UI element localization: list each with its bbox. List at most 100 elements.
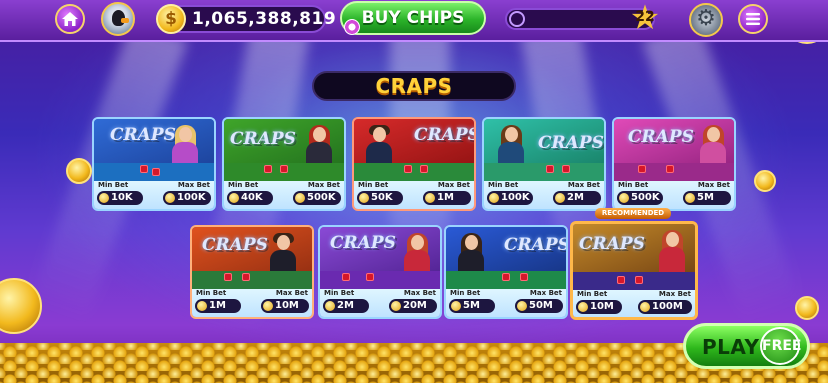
coin-icon <box>425 193 435 203</box>
max-bet-label: Max Bet <box>529 289 562 297</box>
table-card[interactable]: CRAPS Min Bet Max Bet 10K 100K <box>92 117 216 211</box>
free-badge: FREE <box>760 327 801 365</box>
coin-icon <box>295 193 305 203</box>
menu-button[interactable] <box>738 4 768 34</box>
max-bet-value: 20M <box>403 300 427 311</box>
buy-chips-button[interactable]: BUY CHIPS <box>340 1 486 35</box>
table-card-recommended[interactable]: CRAPS Min Bet Max Bet 10M 100M <box>570 221 698 320</box>
max-bet-pill: 100M <box>638 300 692 314</box>
min-bet-pill: 100K <box>487 191 533 205</box>
coin-icon <box>489 193 499 203</box>
min-bet-pill: 500K <box>617 191 663 205</box>
max-bet-value: 2M <box>567 192 584 203</box>
die-icon <box>562 165 570 173</box>
min-bet-label: Min Bet <box>358 181 389 189</box>
coin-icon <box>359 193 369 203</box>
settings-icon: ⚙ <box>696 6 716 31</box>
max-bet-label: Max Bet <box>437 181 470 189</box>
min-bet-value: 10M <box>590 301 614 312</box>
table-card[interactable]: CRAPS Min Bet Max Bet 100K 2M <box>482 117 606 211</box>
coin-icon <box>263 301 273 311</box>
avatar[interactable] <box>101 2 135 36</box>
table-felt <box>484 163 604 181</box>
page-title-plaque: CRAPS <box>312 71 516 101</box>
coin-icon <box>619 193 629 203</box>
settings-button[interactable]: ⚙ <box>689 3 723 37</box>
min-bet-pill: 50K <box>357 191 403 205</box>
home-icon <box>62 12 78 26</box>
max-bet-pill: 20M <box>389 299 437 313</box>
table-felt <box>614 163 734 181</box>
min-bet-pill: 10K <box>97 191 143 205</box>
coin-decoration <box>66 158 92 184</box>
min-bet-value: 2M <box>337 300 354 311</box>
max-bet-value: 5M <box>697 192 714 203</box>
die-icon <box>546 165 554 173</box>
coin-icon <box>578 302 588 312</box>
min-bet-pill: 10M <box>576 300 622 314</box>
coin-icon <box>517 301 527 311</box>
balance-value: 1,065,388,819 <box>192 9 337 29</box>
min-bet-label: Min Bet <box>228 181 259 189</box>
table-logo: CRAPS <box>202 235 268 255</box>
die-icon <box>502 273 510 281</box>
coin-icon <box>197 301 207 311</box>
min-bet-value: 1M <box>209 300 226 311</box>
avatar-beak <box>121 18 129 23</box>
die-icon <box>242 273 250 281</box>
min-bet-label: Min Bet <box>98 181 129 189</box>
max-bet-label: Max Bet <box>567 181 600 189</box>
min-bet-pill: 40K <box>227 191 273 205</box>
table-logo: CRAPS <box>628 127 694 147</box>
min-bet-pill: 2M <box>323 299 369 313</box>
coin-icon: $ <box>156 4 186 34</box>
coin-icon <box>99 193 109 203</box>
level-value: 22 <box>635 9 655 25</box>
recommended-badge: RECOMMENDED <box>595 208 671 219</box>
home-button[interactable] <box>55 4 85 34</box>
max-bet-pill: 1M <box>423 191 471 205</box>
max-bet-pill: 10M <box>261 299 309 313</box>
die-icon <box>617 276 625 284</box>
table-card[interactable]: CRAPS Min Bet Max Bet 2M 20M <box>318 225 442 319</box>
table-card[interactable]: CRAPS Min Bet Max Bet 1M 10M <box>190 225 314 319</box>
min-bet-label: Min Bet <box>618 181 649 189</box>
table-card[interactable]: CRAPS Min Bet Max Bet 500K 5M <box>612 117 736 211</box>
min-bet-value: 100K <box>501 192 530 203</box>
max-bet-pill: 500K <box>293 191 341 205</box>
max-bet-value: 10M <box>275 300 299 311</box>
table-logo: CRAPS <box>110 125 176 145</box>
table-card[interactable]: CRAPS Min Bet Max Bet 40K 500K <box>222 117 346 211</box>
table-card[interactable]: CRAPS Min Bet Max Bet 5M 50M <box>444 225 568 319</box>
max-bet-value: 500K <box>307 192 336 203</box>
play-free-button[interactable]: PLAY FREE <box>683 323 810 369</box>
min-bet-pill: 5M <box>449 299 495 313</box>
max-bet-label: Max Bet <box>307 181 340 189</box>
min-bet-label: Min Bet <box>196 289 227 297</box>
table-logo: CRAPS <box>230 129 296 149</box>
coin-icon <box>325 301 335 311</box>
max-bet-value: 100M <box>652 301 683 312</box>
max-bet-label: Max Bet <box>697 181 730 189</box>
table-felt <box>320 271 440 289</box>
chip-icon <box>344 19 360 35</box>
die-icon <box>520 273 528 281</box>
table-logo: CRAPS <box>579 234 645 254</box>
table-card[interactable]: CRAPS Min Bet Max Bet 50K 1M <box>352 117 476 211</box>
table-felt <box>354 163 474 181</box>
coin-decoration <box>795 296 819 320</box>
balance-display: $ 1,065,388,819 <box>156 4 336 34</box>
play-label: PLAY <box>702 335 760 359</box>
max-bet-value: 50M <box>529 300 553 311</box>
die-icon <box>280 165 288 173</box>
max-bet-pill: 5M <box>683 191 731 205</box>
min-bet-pill: 1M <box>195 299 241 313</box>
coin-icon <box>229 193 239 203</box>
min-bet-label: Min Bet <box>488 181 519 189</box>
max-bet-value: 1M <box>437 192 454 203</box>
min-bet-value: 50K <box>371 192 393 203</box>
table-felt <box>192 271 312 289</box>
max-bet-label: Max Bet <box>403 289 436 297</box>
coin-icon <box>451 301 461 311</box>
min-bet-label: Min Bet <box>577 290 608 298</box>
